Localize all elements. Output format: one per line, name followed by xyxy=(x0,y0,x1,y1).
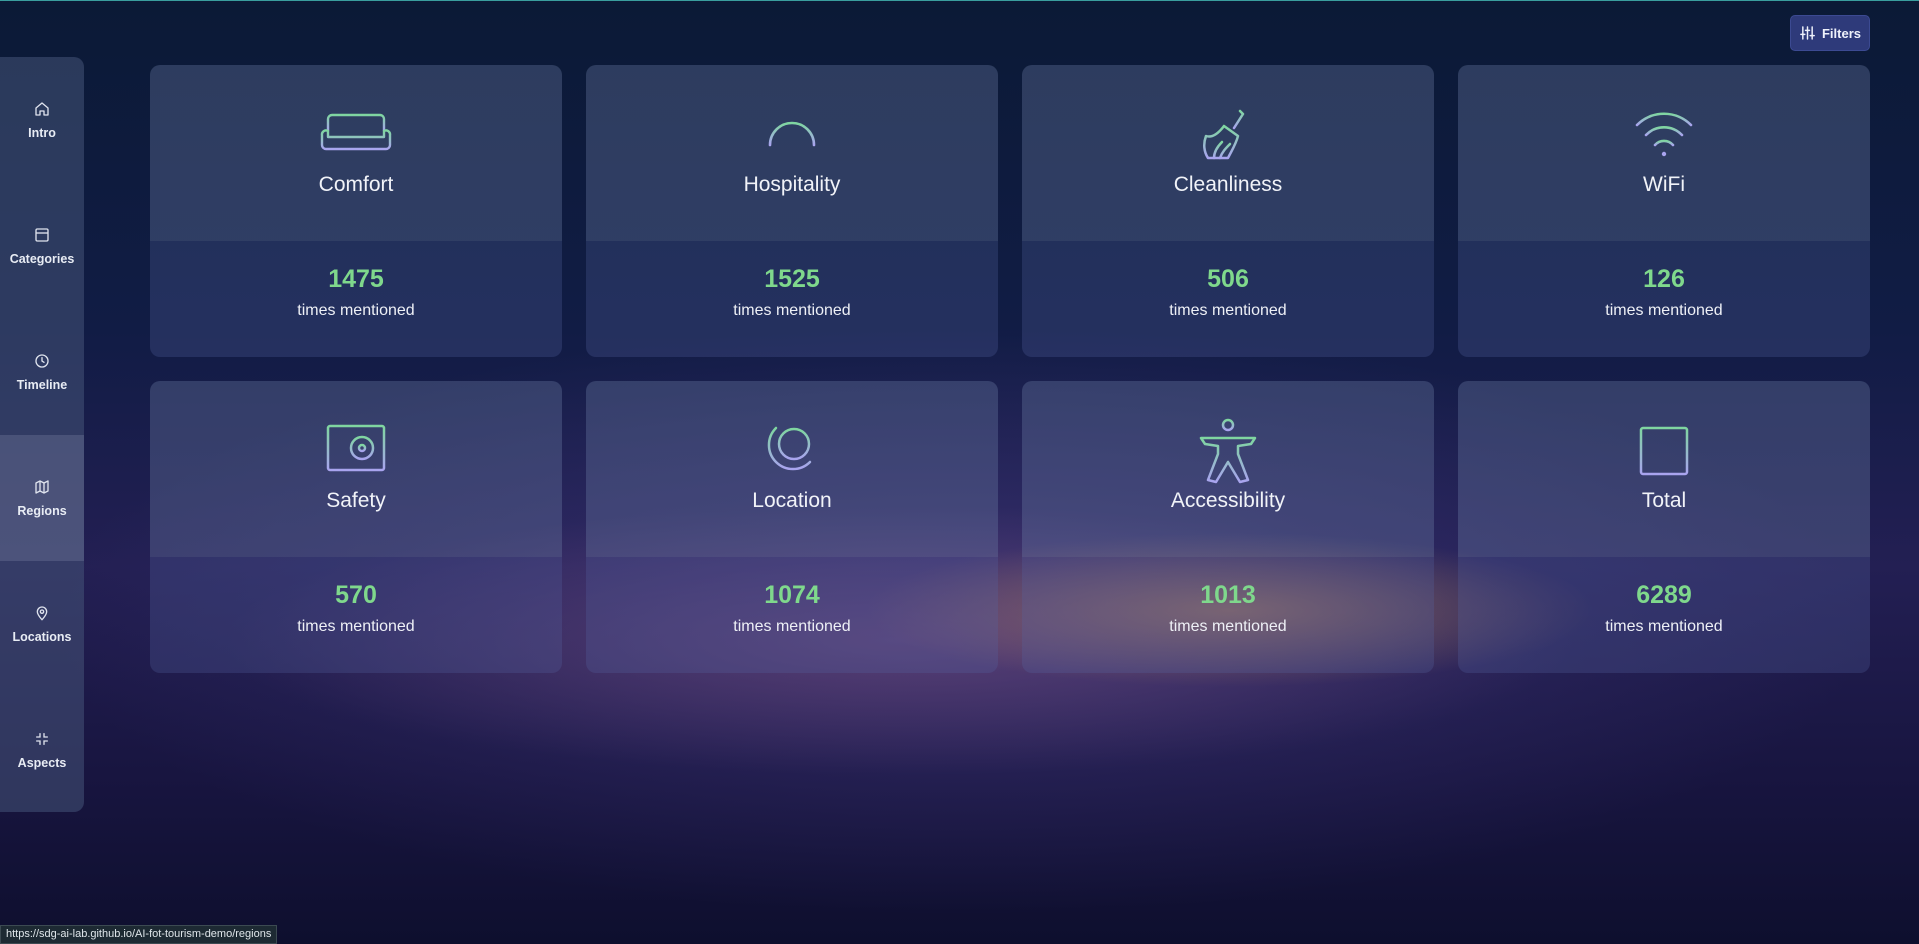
mention-count: 1525 xyxy=(764,265,820,293)
card-header: Hospitality xyxy=(586,65,998,241)
mention-caption: times mentioned xyxy=(297,302,415,319)
minimize-icon xyxy=(33,730,51,748)
aspect-card-accessibility: Accessibility 1013 times mentioned xyxy=(1022,381,1434,673)
mention-count: 126 xyxy=(1643,265,1685,293)
card-title: Total xyxy=(1641,489,1687,512)
aspect-card-comfort: Comfort 1475 times mentioned xyxy=(150,65,562,357)
card-title: Safety xyxy=(326,489,386,512)
broom-icon xyxy=(1190,107,1266,163)
card-title: Location xyxy=(752,489,832,512)
card-stats: 6289 times mentioned xyxy=(1458,557,1870,673)
card-header: Cleanliness xyxy=(1022,65,1434,241)
filters-button[interactable]: Filters xyxy=(1790,15,1870,51)
aspect-card-hospitality: Hospitality 1525 times mentioned xyxy=(586,65,998,357)
map-icon xyxy=(33,478,51,496)
mention-caption: times mentioned xyxy=(733,302,851,319)
sidebar-item-label: Intro xyxy=(28,126,56,140)
aspect-card-safety: Safety 570 times mentioned xyxy=(150,381,562,673)
card-title: Comfort xyxy=(318,173,394,196)
mention-count: 1074 xyxy=(764,581,820,609)
sidebar-item-label: Categories xyxy=(9,252,75,266)
sidebar: Intro Categories Timeline Regions Locati… xyxy=(0,57,84,812)
clock-icon xyxy=(33,352,51,370)
map-pin-icon xyxy=(33,604,51,622)
home-icon xyxy=(33,100,51,118)
card-title: Accessibility xyxy=(1170,489,1286,512)
mention-caption: times mentioned xyxy=(1169,302,1287,319)
card-header: Comfort xyxy=(150,65,562,241)
service-bell-icon xyxy=(754,107,830,163)
wifi-icon xyxy=(1626,107,1702,163)
card-header: Total xyxy=(1458,381,1870,557)
aspects-grid: Comfort 1475 times mentioned Hospitality… xyxy=(150,65,1871,673)
safe-icon xyxy=(318,423,394,479)
globe-icon xyxy=(754,423,830,479)
sidebar-item-intro[interactable]: Intro xyxy=(0,57,84,183)
mention-caption: times mentioned xyxy=(297,618,415,635)
sidebar-item-locations[interactable]: Locations xyxy=(0,561,84,687)
sidebar-item-label: Timeline xyxy=(16,378,68,392)
mention-count: 6289 xyxy=(1636,581,1692,609)
card-stats: 126 times mentioned xyxy=(1458,241,1870,357)
filters-button-label: Filters xyxy=(1821,25,1861,41)
layout-icon xyxy=(33,226,51,244)
card-stats: 1525 times mentioned xyxy=(586,241,998,357)
sidebar-item-aspects[interactable]: Aspects xyxy=(0,687,84,812)
mention-caption: times mentioned xyxy=(1605,302,1723,319)
card-stats: 570 times mentioned xyxy=(150,557,562,673)
card-header: Safety xyxy=(150,381,562,557)
sidebar-item-categories[interactable]: Categories xyxy=(0,183,84,309)
card-title: Hospitality xyxy=(743,173,841,196)
aspect-card-wifi: WiFi 126 times mentioned xyxy=(1458,65,1870,357)
aspect-card-location: Location 1074 times mentioned xyxy=(586,381,998,673)
sidebar-item-regions[interactable]: Regions xyxy=(0,435,84,561)
mention-caption: times mentioned xyxy=(1605,618,1723,635)
card-header: Location xyxy=(586,381,998,557)
sidebar-item-label: Aspects xyxy=(17,756,67,770)
mention-caption: times mentioned xyxy=(1169,618,1287,635)
card-stats: 1074 times mentioned xyxy=(586,557,998,673)
mention-count: 1013 xyxy=(1200,581,1256,609)
mention-caption: times mentioned xyxy=(733,618,851,635)
card-stats: 1475 times mentioned xyxy=(150,241,562,357)
card-stats: 1013 times mentioned xyxy=(1022,557,1434,673)
mention-count: 506 xyxy=(1207,265,1249,293)
mention-count: 1475 xyxy=(328,265,384,293)
card-title: WiFi xyxy=(1643,173,1685,196)
plus-square-icon xyxy=(1626,423,1702,479)
accessibility-icon xyxy=(1190,418,1266,484)
sliders-icon xyxy=(1799,25,1816,41)
window-top-border xyxy=(0,0,1919,1)
card-header: Accessibility xyxy=(1022,381,1434,557)
card-header: WiFi xyxy=(1458,65,1870,241)
aspect-card-total: Total 6289 times mentioned xyxy=(1458,381,1870,673)
card-stats: 506 times mentioned xyxy=(1022,241,1434,357)
sofa-icon xyxy=(318,107,394,163)
aspect-card-cleanliness: Cleanliness 506 times mentioned xyxy=(1022,65,1434,357)
sidebar-item-timeline[interactable]: Timeline xyxy=(0,309,84,435)
sidebar-item-label: Regions xyxy=(17,504,67,518)
card-title: Cleanliness xyxy=(1173,173,1283,196)
mention-count: 570 xyxy=(335,581,377,609)
sidebar-item-label: Locations xyxy=(12,630,72,644)
status-bar-url: https://sdg-ai-lab.github.io/AI-fot-tour… xyxy=(0,925,278,944)
